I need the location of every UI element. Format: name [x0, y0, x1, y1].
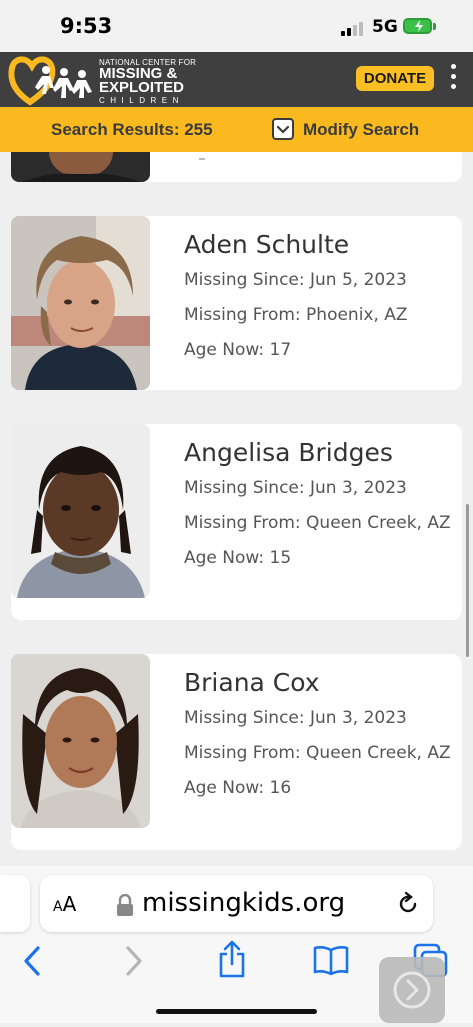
missing-from: Missing From: Queen Creek, AZ [184, 513, 451, 533]
child-photo[interactable] [11, 216, 150, 390]
previous-tab-preview[interactable] [0, 875, 30, 932]
scrollbar[interactable] [466, 504, 469, 657]
result-card[interactable]: Angelisa Bridges Missing Since: Jun 3, 2… [11, 424, 462, 620]
child-photo [11, 152, 150, 182]
card-info: Aden Schulte Missing Since: Jun 5, 2023 … [184, 230, 454, 373]
age-now: Age Now: 16 [184, 778, 292, 798]
result-card[interactable]: Aden Schulte Missing Since: Jun 5, 2023 … [11, 216, 462, 390]
status-time: 9:53 [60, 14, 113, 38]
missing-since: Missing Since: Jun 3, 2023 [184, 708, 407, 728]
modify-search-label: Modify Search [303, 120, 420, 139]
org-line3: EXPLOITED [99, 79, 185, 96]
child-photo[interactable] [11, 654, 150, 828]
chevron-right-icon[interactable] [122, 944, 146, 978]
assistive-touch-button[interactable] [379, 957, 445, 1023]
site-header: NATIONAL CENTER FOR MISSING & EXPLOITED … [0, 52, 473, 107]
missing-since: Missing Since: Jun 5, 2023 [184, 270, 407, 290]
card-info: Angelisa Bridges Missing Since: Jun 3, 2… [184, 438, 454, 581]
text-size-small: A [53, 899, 63, 915]
chevron-down-icon [272, 118, 294, 140]
bookmarks-icon[interactable] [313, 944, 349, 976]
donate-button[interactable]: DONATE [356, 66, 434, 91]
share-icon[interactable] [217, 940, 247, 978]
more-vertical-icon[interactable] [447, 64, 459, 94]
lock-icon [117, 894, 133, 916]
text-size-button[interactable]: AA [53, 892, 76, 916]
search-results-count: Search Results: 255 [51, 120, 213, 139]
child-name[interactable]: Briana Cox [184, 668, 454, 698]
address-bar[interactable]: AA missingkids.org [40, 875, 433, 932]
url-text[interactable]: missingkids.org [142, 888, 345, 918]
missing-from: Missing From: Phoenix, AZ [184, 305, 408, 325]
age-now: Age Now: 15 [184, 548, 292, 568]
signal-icon [341, 20, 367, 36]
child-name[interactable]: Aden Schulte [184, 230, 454, 260]
org-name: NATIONAL CENTER FOR MISSING & EXPLOITED … [99, 58, 196, 105]
missing-from: Missing From: Queen Creek, AZ [184, 743, 451, 763]
text-fragment [199, 152, 205, 160]
home-indicator [156, 1009, 317, 1014]
missing-since: Missing Since: Jun 3, 2023 [184, 478, 407, 498]
search-results-bar: Search Results: 255 Modify Search [0, 107, 473, 152]
text-size-big: A [62, 892, 77, 916]
chevron-right-icon [393, 971, 431, 1009]
result-card-partial[interactable] [11, 152, 462, 182]
reload-icon[interactable] [396, 892, 420, 916]
chevron-left-icon[interactable] [20, 944, 44, 978]
battery-tip [433, 23, 436, 30]
network-label: 5G [372, 17, 398, 37]
status-bar: 9:53 5G [0, 0, 473, 52]
result-card[interactable]: Briana Cox Missing Since: Jun 3, 2023 Mi… [11, 654, 462, 850]
battery-icon [403, 18, 432, 34]
age-now: Age Now: 17 [184, 340, 292, 360]
card-info: Briana Cox Missing Since: Jun 3, 2023 Mi… [184, 668, 454, 811]
child-photo[interactable] [11, 424, 150, 598]
org-line4: CHILDREN [99, 96, 184, 105]
child-name[interactable]: Angelisa Bridges [184, 438, 454, 468]
browser-toolbar: AA missingkids.org [0, 866, 473, 1023]
